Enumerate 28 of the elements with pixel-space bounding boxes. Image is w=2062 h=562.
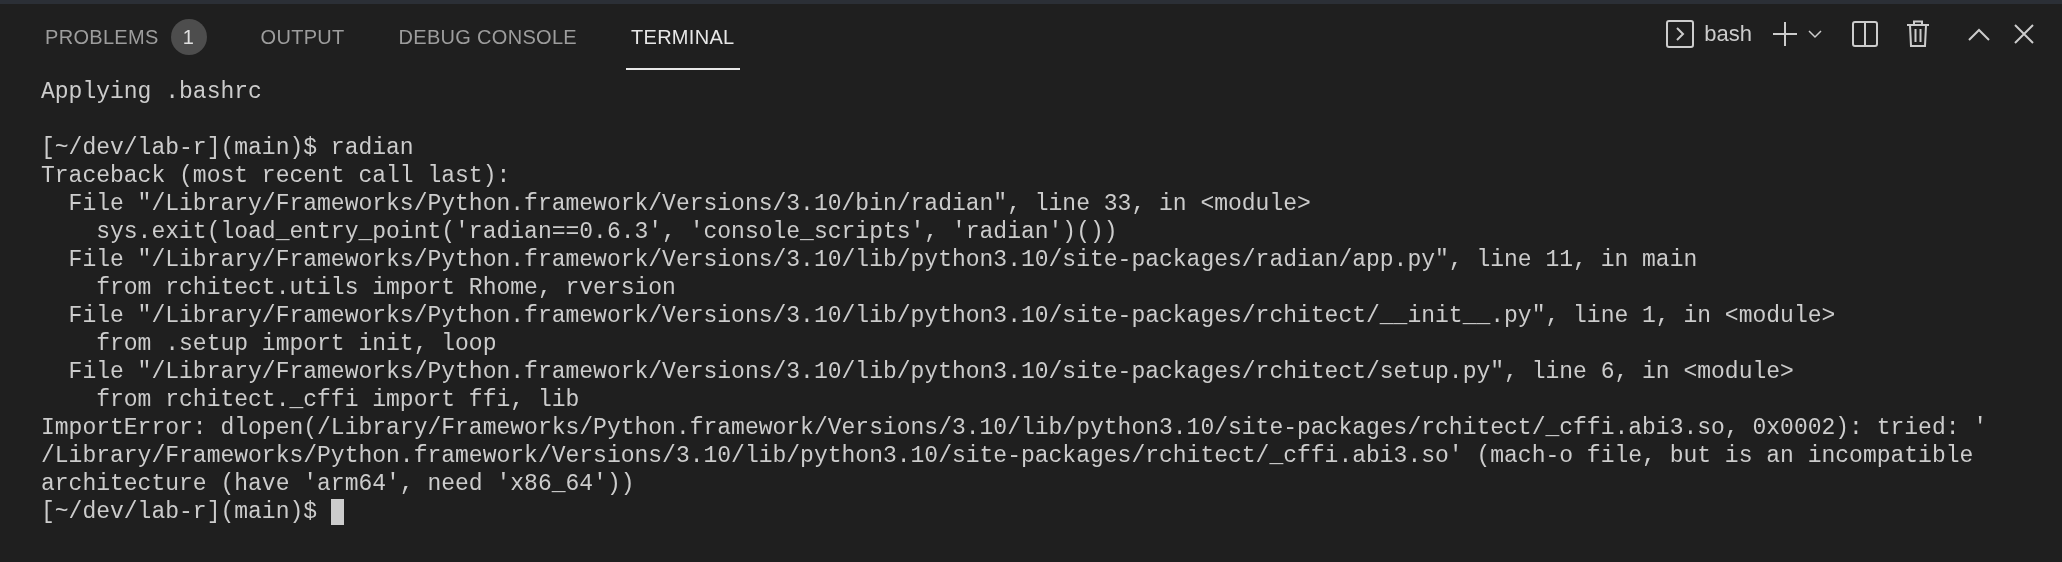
terminal-line: [~/dev/lab-r](main)$ radian (41, 134, 415, 162)
terminal-line: File "/Library/Frameworks/Python.framework/Versions/3.10/lib/python3.10/site-packages/rchitect/__init__.py", line 1, in <module> (67, 302, 1837, 330)
terminal-line: File "/Library/Frameworks/Python.framework/Versions/3.10/bin/radian", line 33, in <module> (67, 190, 1312, 218)
terminal-line: Traceback (most recent call last): (41, 162, 512, 190)
terminal-line: sys.exit(load_entry_point('radian==0.6.3', 'console_scripts', 'radian')()) (95, 218, 1119, 246)
chevron-down-icon[interactable] (1808, 29, 1822, 39)
prompt-text: [~/dev/lab-r](main)$ (41, 498, 318, 526)
terminal-icon[interactable] (1666, 20, 1695, 48)
terminal-line: architecture (have 'arm64', need 'x86_64')) (41, 470, 636, 498)
chevron-up-icon[interactable] (1968, 27, 1990, 41)
terminal-line: File "/Library/Frameworks/Python.framework/Versions/3.10/lib/python3.10/site-packages/rchitect/setup.py", line 6, in <module> (67, 358, 1795, 386)
terminal-line: from rchitect.utils import Rhome, rversion (95, 274, 677, 302)
panel-tab[interactable]: OUTPUT (255, 4, 350, 70)
trash-icon[interactable] (1906, 20, 1930, 48)
terminal-line: Applying .bashrc (41, 78, 263, 106)
terminal-line: File "/Library/Frameworks/Python.framework/Versions/3.10/lib/python3.10/site-packages/radian/app.py", line 11, in main (67, 246, 1699, 274)
count-badge: 1 (170, 19, 207, 55)
terminal-line: /Library/Frameworks/Python.framework/Versions/3.10/lib/python3.10/site-packages/rchitect/_cffi.abi3.so' (mach-o file, but is an incompatible (41, 442, 1975, 470)
panel-tab[interactable]: PROBLEMS 1 (40, 4, 212, 70)
close-icon[interactable] (2014, 24, 2034, 44)
panel-tab[interactable]: TERMINAL (625, 4, 740, 70)
terminal-line: from .setup import init, loop (95, 330, 498, 358)
split-icon[interactable] (1852, 21, 1878, 47)
terminal-line: from rchitect._cffi import ffi, lib (95, 386, 581, 414)
terminal-line: ImportError: dlopen(/Library/Frameworks/Python.framework/Versions/3.10/lib/python3.10/site-packages/rchitect/_cffi.abi3.so, 0x0002): tried: ' (41, 414, 1989, 442)
plus-icon[interactable] (1772, 21, 1798, 47)
shell-label[interactable]: bash (1704, 21, 1752, 47)
panel-tab[interactable]: DEBUG CONSOLE (393, 4, 582, 70)
